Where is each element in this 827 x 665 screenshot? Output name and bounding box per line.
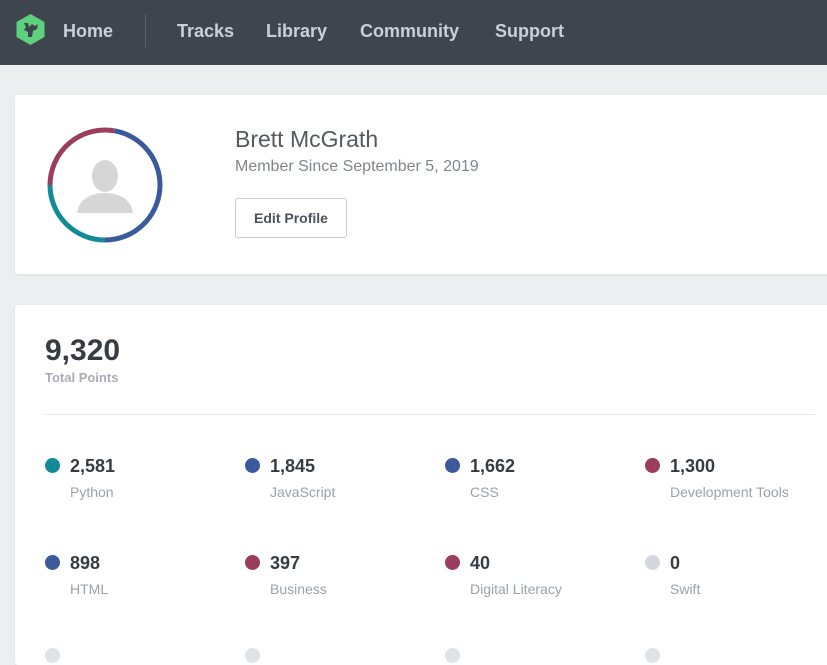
profile-name: Brett McGrath bbox=[235, 126, 379, 152]
skill-color-dot bbox=[45, 555, 60, 570]
skill-python: 2,581 Python bbox=[45, 455, 225, 505]
skill-color-dot bbox=[45, 648, 60, 663]
skill-css: 1,662 CSS bbox=[445, 455, 625, 505]
skill-label: Digital Literacy bbox=[470, 581, 562, 597]
points-card: 9,320 Total Points 2,581 Python 1,845 Ja… bbox=[15, 305, 827, 665]
skill-points: 397 bbox=[270, 553, 301, 573]
skill-color-dot bbox=[645, 458, 660, 473]
member-since-text: Member Since September 5, 2019 bbox=[235, 158, 479, 175]
nav-link-library[interactable]: Library bbox=[266, 20, 327, 42]
skill-points: 40 bbox=[470, 553, 491, 573]
top-navigation: Home Tracks Library Community Support bbox=[0, 0, 827, 65]
nav-divider bbox=[145, 14, 146, 47]
skill-label: Development Tools bbox=[670, 484, 789, 500]
skill-points: 1,300 bbox=[670, 456, 716, 476]
profile-card: Brett McGrath Member Since September 5, … bbox=[15, 95, 827, 274]
treehouse-logo-icon[interactable] bbox=[14, 13, 47, 46]
skill-label: Business bbox=[270, 581, 327, 597]
total-points-label: Total Points bbox=[45, 370, 119, 385]
nav-link-support[interactable]: Support bbox=[495, 20, 564, 42]
skill-color-dot bbox=[245, 648, 260, 663]
nav-link-community[interactable]: Community bbox=[360, 20, 459, 42]
skill-points: 1,845 bbox=[270, 456, 316, 476]
skill-points: 1,662 bbox=[470, 456, 516, 476]
skill-label: Swift bbox=[670, 581, 701, 597]
skill-points: 0 bbox=[670, 553, 681, 573]
skill-label: JavaScript bbox=[270, 484, 336, 500]
skill-color-dot bbox=[645, 555, 660, 570]
skill-label: HTML bbox=[70, 581, 109, 597]
skill-color-dot bbox=[445, 648, 460, 663]
skill-color-dot bbox=[445, 458, 460, 473]
skill-color-dot bbox=[445, 555, 460, 570]
skill-label: CSS bbox=[470, 484, 499, 500]
skill-color-dot bbox=[245, 458, 260, 473]
skill-color-dot bbox=[645, 648, 660, 663]
skill-digital-literacy: 40 Digital Literacy bbox=[445, 552, 625, 602]
skill-color-dot bbox=[245, 555, 260, 570]
total-points-value: 9,320 bbox=[45, 334, 121, 367]
divider bbox=[45, 414, 815, 415]
skill-label: Python bbox=[70, 484, 114, 500]
skill-business: 397 Business bbox=[245, 552, 425, 602]
nav-link-home[interactable]: Home bbox=[63, 20, 113, 42]
avatar[interactable] bbox=[47, 127, 163, 243]
points-ring bbox=[47, 127, 163, 243]
skill-development-tools: 1,300 Development Tools bbox=[645, 455, 825, 505]
skill-html: 898 HTML bbox=[45, 552, 225, 602]
skill-points: 898 bbox=[70, 553, 101, 573]
skill-color-dot bbox=[45, 458, 60, 473]
nav-link-tracks[interactable]: Tracks bbox=[177, 20, 234, 42]
skill-points: 2,581 bbox=[70, 456, 116, 476]
skill-javascript: 1,845 JavaScript bbox=[245, 455, 425, 505]
skill-swift: 0 Swift bbox=[645, 552, 825, 602]
edit-profile-button[interactable]: Edit Profile bbox=[235, 198, 347, 238]
